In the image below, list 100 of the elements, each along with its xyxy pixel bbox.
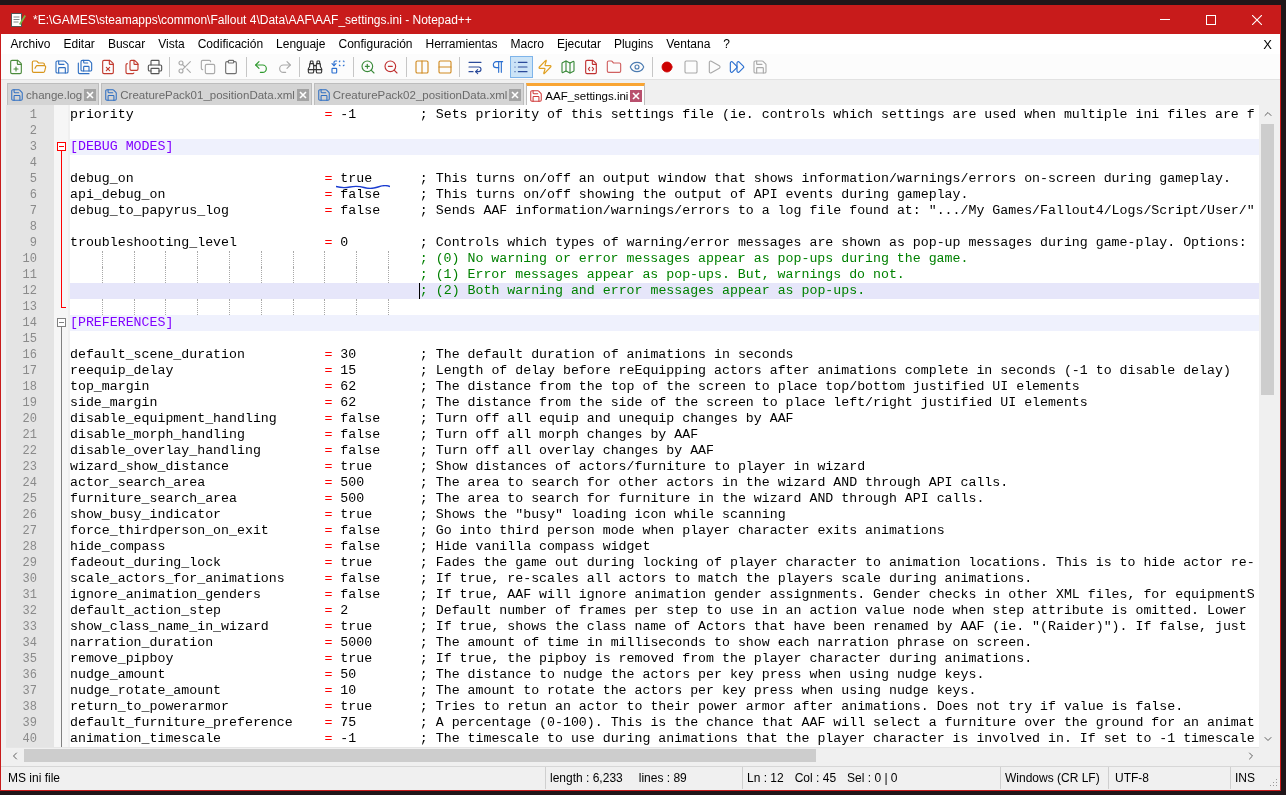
status-text: MS ini file: [8, 771, 60, 785]
menu-item[interactable]: Ventana: [659, 37, 717, 51]
setting-value: false: [340, 411, 381, 427]
close-document-button[interactable]: X: [1263, 36, 1272, 52]
setting-comment: ; This turns on/off showing the output of API events during gameplay.: [419, 187, 969, 203]
line-number: 20: [22, 412, 37, 426]
menu-item[interactable]: Ejecutar: [550, 37, 608, 51]
line-number: 5: [29, 172, 37, 186]
line-number: 7: [29, 204, 37, 218]
setting-key: debug_to_papyrus_log: [70, 203, 230, 219]
status-text: length : 6,233: [550, 771, 623, 785]
line-number: 21: [22, 428, 37, 442]
equals-sign: =: [324, 715, 333, 731]
line-number: 13: [22, 300, 37, 314]
equals-sign: =: [324, 411, 333, 427]
equals-sign: =: [324, 603, 333, 619]
status-text: INS: [1235, 771, 1255, 785]
line-number: 36: [22, 668, 37, 682]
status-text: UTF-8: [1115, 771, 1149, 785]
setting-key: default_furniture_preference: [70, 715, 293, 731]
menu-item[interactable]: Archivo: [4, 37, 57, 51]
menu-item[interactable]: ?: [716, 37, 737, 51]
line-number: 11: [22, 268, 37, 282]
status-text: lines : 89: [638, 771, 687, 785]
scrollbar-thumb[interactable]: [24, 749, 816, 762]
printer-icon: [146, 58, 163, 75]
equals-sign: =: [324, 443, 333, 459]
line-number: 28: [22, 540, 37, 554]
equals-sign: =: [324, 395, 333, 411]
tab[interactable]: CreaturePack02_positionData.xml: [313, 83, 525, 105]
line-number: 30: [22, 572, 37, 586]
menu-item[interactable]: Codificación: [191, 37, 270, 51]
setting-key: hide_compass: [70, 539, 166, 555]
line-number: 4: [29, 156, 37, 170]
line-number: 32: [22, 604, 37, 618]
setting-key: force_thirdperson_on_exit: [70, 523, 269, 539]
setting-key: troubleshooting_level: [70, 235, 237, 251]
copy-icon: [200, 58, 217, 75]
menu-item[interactable]: Vista: [151, 37, 192, 51]
equals-sign: =: [324, 203, 333, 219]
equals-sign: =: [324, 171, 333, 187]
close-icon[interactable]: [296, 88, 309, 101]
window-title: *E:\GAMES\steamapps\common\Fallout 4\Data\AAF\AAF_settings.ini - Notepad++: [33, 12, 472, 27]
menu-item[interactable]: Editar: [57, 37, 102, 51]
folder-open-icon: [30, 58, 47, 75]
resize-grip-icon[interactable]: [1268, 777, 1278, 787]
menu-item[interactable]: Configuración: [331, 37, 419, 51]
close-icon[interactable]: [630, 89, 643, 102]
setting-value: false: [340, 539, 381, 555]
line-number: 12: [22, 284, 37, 298]
text-editor[interactable]: [70, 105, 1259, 747]
menu-item[interactable]: Herramientas: [419, 37, 505, 51]
toolbar-button[interactable]: [509, 55, 533, 78]
setting-comment: ; The distance to nudge the actors per key press when using nudge keys.: [419, 667, 985, 683]
close-icon[interactable]: [509, 88, 522, 101]
line-number: 24: [22, 476, 37, 490]
menu-item[interactable]: Lenguaje: [269, 37, 332, 51]
line-number: 18: [22, 380, 37, 394]
setting-value: 62: [340, 395, 357, 411]
line-number: 16: [22, 348, 37, 362]
menu-item[interactable]: Buscar: [101, 37, 152, 51]
status-text: Sel : 0 | 0: [847, 771, 898, 785]
equals-sign: =: [324, 459, 333, 475]
replace-icon: [330, 58, 347, 75]
setting-value: 2: [340, 603, 349, 619]
scrollbar-thumb[interactable]: [1261, 124, 1274, 395]
setting-comment: ; The distance from the top of the screen to place top/bottom justified UI elements: [419, 379, 1080, 395]
redo-arrow-icon: [276, 58, 293, 75]
setting-comment: ; Go into third person mode when player character exits animations: [419, 523, 945, 539]
equals-sign: =: [324, 347, 333, 363]
setting-comment: ; Default number of frames per step to use in an action value node when step attribute is omitted. Lower: [419, 603, 1247, 619]
setting-comment: ; Shows the "busy" loading icon while scanning: [419, 507, 786, 523]
floppy-disks-icon: [77, 58, 94, 75]
setting-comment: ; Sends AAF information/warnings/errors to a log file found at: ".../My Games/Fallout4/Logs/Script/User/": [419, 203, 1255, 219]
line-number: 14: [22, 316, 37, 330]
setting-comment: ; Controls which types of warning/error messages are shown as pop-up messages during game-play. Options:: [419, 235, 1247, 251]
setting-comment: ; The distance from the side of the screen to place left/right justified UI elements: [419, 395, 1088, 411]
setting-comment: ; Show distances of actors/furniture to player in wizard: [419, 459, 866, 475]
setting-value: 10: [340, 683, 357, 699]
equals-sign: =: [324, 667, 333, 683]
setting-key: remove_pipboy: [70, 651, 174, 667]
menu-item[interactable]: Plugins: [607, 37, 660, 51]
fold-minus-icon[interactable]: [56, 142, 66, 151]
setting-comment: ; Tries to retun an actor to their power armor after animations. Does not try if value is false.: [419, 699, 1184, 715]
close-icon[interactable]: [84, 88, 97, 101]
setting-key: ignore_animation_genders: [70, 587, 261, 603]
fold-minus-icon[interactable]: [56, 318, 66, 327]
menu-item[interactable]: Macro: [504, 37, 551, 51]
tab[interactable]: change.log: [7, 83, 100, 105]
setting-key: furniture_search_area: [70, 491, 237, 507]
notepad-icon: [10, 11, 26, 28]
setting-key: return_to_powerarmor: [70, 699, 230, 715]
tab[interactable]: AAF_settings.ini: [526, 83, 646, 105]
tab[interactable]: CreaturePack01_positionData.xml: [101, 83, 312, 105]
setting-key: disable_morph_handling: [70, 427, 245, 443]
setting-value: false: [340, 571, 381, 587]
equals-sign: =: [324, 427, 333, 443]
comment-line: ; (2) Both warning and error messages appear as pop-ups.: [419, 283, 866, 299]
equals-sign: =: [324, 635, 333, 651]
setting-key: side_margin: [70, 395, 158, 411]
